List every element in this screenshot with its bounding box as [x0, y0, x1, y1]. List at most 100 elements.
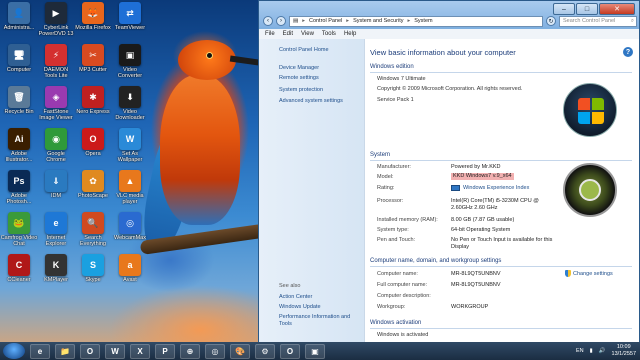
- desktop-icon[interactable]: K KMPlayer: [37, 254, 75, 296]
- desktop-icon[interactable]: ⇓ IDM: [37, 170, 75, 212]
- desktop-icon[interactable]: Ps Adobe Photosh...: [0, 170, 38, 212]
- menu-edit[interactable]: Edit: [283, 31, 293, 37]
- refresh-icon[interactable]: ↻: [546, 16, 556, 26]
- control-panel-home-link[interactable]: Control Panel Home: [279, 47, 329, 53]
- desktop-icon[interactable]: ◉ Google Chrome: [37, 128, 75, 170]
- device-manager-link[interactable]: Device Manager: [279, 65, 319, 71]
- breadcrumb-control-panel[interactable]: Control Panel: [309, 18, 342, 24]
- app-icon: O: [82, 128, 104, 150]
- menu-help[interactable]: Help: [344, 31, 356, 37]
- taskbar-app-button[interactable]: W: [105, 343, 125, 359]
- desktop-icon[interactable]: C CCleaner: [0, 254, 38, 296]
- maximize-button[interactable]: □: [576, 3, 598, 15]
- taskbar-app-button[interactable]: e: [30, 343, 50, 359]
- minimize-button[interactable]: –: [553, 3, 575, 15]
- app-icon: 🖥: [8, 44, 30, 66]
- forward-icon[interactable]: ›: [276, 16, 286, 26]
- help-icon[interactable]: ?: [623, 47, 633, 57]
- desktop-icon-label: Set As Wallpaper: [117, 151, 143, 163]
- app-icon: C: [8, 254, 30, 276]
- taskbar-app-button[interactable]: O: [280, 343, 300, 359]
- desktop-icon[interactable]: 🗑 Recycle Bin: [0, 86, 38, 128]
- app-icon: 🦊: [82, 2, 104, 24]
- system-protection-link[interactable]: System protection: [279, 87, 323, 93]
- app-icon: ⇓: [45, 170, 67, 192]
- desktop-icon[interactable]: a Avast: [111, 254, 149, 296]
- breadcrumb-system[interactable]: System: [414, 18, 432, 24]
- window-controls: – □ ✕: [553, 3, 635, 15]
- start-button[interactable]: [3, 343, 25, 359]
- desktop-icon[interactable]: ✂ MP3 Cutter: [74, 44, 112, 86]
- computer-name-value: MR-8L9QT5UNBNV: [451, 271, 501, 277]
- back-icon[interactable]: ‹: [263, 16, 273, 26]
- remote-settings-link[interactable]: Remote settings: [279, 75, 319, 81]
- taskbar-app-button[interactable]: ▣: [305, 343, 325, 359]
- advanced-settings-link[interactable]: Advanced system settings: [279, 98, 343, 104]
- system-type-value: 64-bit Operating System: [451, 227, 511, 233]
- desktop-icon[interactable]: ◎ WebcamMax: [111, 212, 149, 254]
- address-bar[interactable]: ▤ ▸ Control Panel ▸ System and Security …: [289, 15, 543, 27]
- desktop-icon[interactable]: 👤 Administra...: [0, 2, 38, 44]
- desktop-icon[interactable]: ▲ VLC media player: [111, 170, 149, 212]
- desktop-icon[interactable]: W Set As Wallpaper: [111, 128, 149, 170]
- title-bar[interactable]: – □ ✕ ‹ › ▤ ▸ Control Panel ▸ System and…: [259, 1, 639, 27]
- manufacturer-value: Powered by Mr.KKD: [451, 164, 501, 170]
- menu-view[interactable]: View: [301, 31, 314, 37]
- desktop-icon[interactable]: ⚡ DAEMON Tools Lite: [37, 44, 75, 86]
- performance-info-link[interactable]: Performance Information and Tools: [279, 314, 359, 328]
- app-icon: 🗑: [8, 86, 30, 108]
- action-center-link[interactable]: Action Center: [279, 294, 312, 300]
- taskbar-app-button[interactable]: 🎨: [230, 343, 250, 359]
- desktop-icon[interactable]: ◈ FastStone Image Viewer: [37, 86, 75, 128]
- desktop-icon-label: Skype: [85, 277, 101, 283]
- pen-touch-label: Pen and Touch:: [377, 237, 416, 243]
- app-icon: S: [82, 254, 104, 276]
- taskbar-app-button[interactable]: P: [155, 343, 175, 359]
- menu-tools[interactable]: Tools: [322, 31, 336, 37]
- desktop-icon[interactable]: ✿ PhotoScape: [74, 170, 112, 212]
- taskbar-app-button[interactable]: ⚙: [255, 343, 275, 359]
- windows-update-link[interactable]: Windows Update: [279, 304, 321, 310]
- menu-file[interactable]: File: [265, 31, 275, 37]
- workgroup-value: WORKGROUP: [451, 304, 489, 310]
- app-icon: 👤: [8, 2, 30, 24]
- app-icon: ⬇: [119, 86, 141, 108]
- desktop-icon[interactable]: O Opera: [74, 128, 112, 170]
- taskbar-app-button[interactable]: ⊕: [180, 343, 200, 359]
- desktop-icon[interactable]: e Internet Explorer: [37, 212, 75, 254]
- model-label: Model:: [377, 174, 394, 180]
- desktop-icon[interactable]: Ai Adobe Illustrator...: [0, 128, 38, 170]
- desktop-icon[interactable]: ⇄ TeamViewer: [111, 2, 149, 44]
- desktop-icon-label: Adobe Photosh...: [6, 193, 32, 205]
- language-indicator[interactable]: EN: [576, 348, 584, 354]
- volume-icon[interactable]: 🔊: [599, 348, 606, 354]
- desktop-icon-label: Avast: [123, 277, 137, 283]
- bird-body: [160, 75, 240, 225]
- breadcrumb-system-security[interactable]: System and Security: [353, 18, 403, 24]
- taskbar-app-button[interactable]: O: [80, 343, 100, 359]
- desktop-icon[interactable]: ⬇ Video Downloader: [111, 86, 149, 128]
- desktop-icon[interactable]: 🐸 Camfrog Video Chat: [0, 212, 38, 254]
- desktop-icon[interactable]: S Skype: [74, 254, 112, 296]
- desktop-icon-label: Nero Express: [76, 109, 110, 115]
- clock[interactable]: 10:09 13/1/2557: [612, 344, 636, 358]
- close-button[interactable]: ✕: [599, 3, 635, 15]
- desktop-icon[interactable]: 🦊 Mozilla Firefox: [74, 2, 112, 44]
- desktop-icon[interactable]: ▶ CyberLink PowerDVD 13: [37, 2, 75, 44]
- desktop-icon[interactable]: 🔍 Search Everything: [74, 212, 112, 254]
- desktop-icon[interactable]: ✱ Nero Express: [74, 86, 112, 128]
- experience-index-link[interactable]: Windows Experience Index: [451, 185, 529, 192]
- app-icon: a: [119, 254, 141, 276]
- desktop-icon[interactable]: 🖥 Computer: [0, 44, 38, 86]
- app-icon: ▶: [45, 2, 67, 24]
- taskbar-app-button[interactable]: 📁: [55, 343, 75, 359]
- taskbar-app-button[interactable]: X: [130, 343, 150, 359]
- search-input[interactable]: Search Control Panel ⌕: [559, 15, 637, 27]
- desktop-icon-label: Recycle Bin: [4, 109, 34, 115]
- desktop-icon-label: Camfrog Video Chat: [0, 235, 38, 247]
- taskbar-app-button[interactable]: ◎: [205, 343, 225, 359]
- network-icon[interactable]: ▮: [590, 348, 593, 354]
- change-settings-link[interactable]: Change settings: [565, 270, 613, 277]
- desktop-icon[interactable]: ▣ Video Converter: [111, 44, 149, 86]
- edition-name: Windows 7 Ultimate: [377, 76, 426, 82]
